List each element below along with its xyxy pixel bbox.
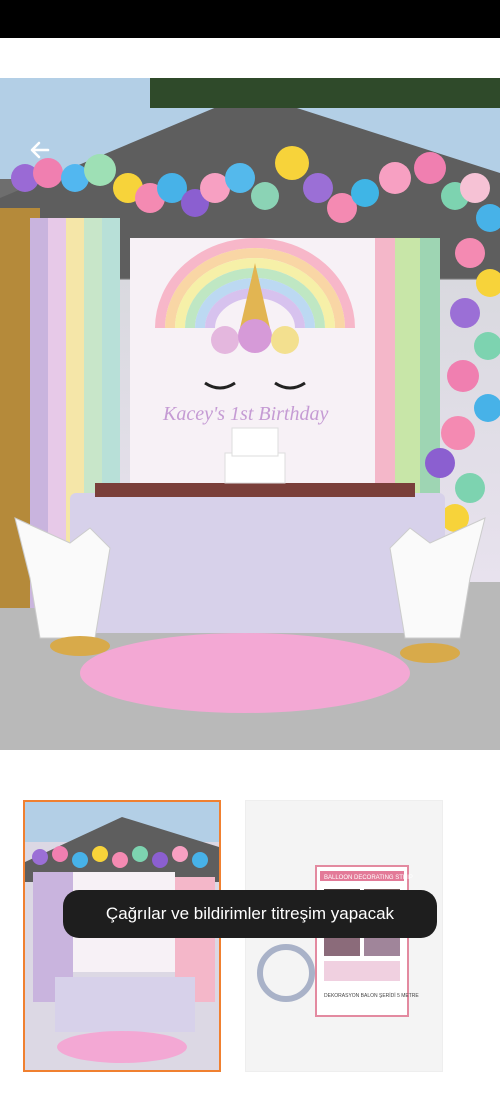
banner-text: Kacey's 1st Birthday xyxy=(162,403,328,425)
product-caption-text: DEKORASYON BALON ŞERİDİ 5 METRE xyxy=(324,992,419,999)
toast-notification: Çağrılar ve bildirimler titreşim yapacak xyxy=(63,890,437,938)
back-button[interactable] xyxy=(28,138,62,172)
toast-text: Çağrılar ve bildirimler titreşim yapacak xyxy=(105,904,395,923)
hero-illustration: Kacey's 1st Birthday xyxy=(0,78,500,713)
product-label-text: BALLOON DECORATING STRIP xyxy=(324,875,413,881)
top-spacer xyxy=(0,38,500,78)
product-hero-image[interactable]: Kacey's 1st Birthday xyxy=(0,78,500,750)
status-bar xyxy=(0,0,500,38)
gallery-separator xyxy=(0,750,500,800)
arrow-left-icon xyxy=(30,141,50,159)
